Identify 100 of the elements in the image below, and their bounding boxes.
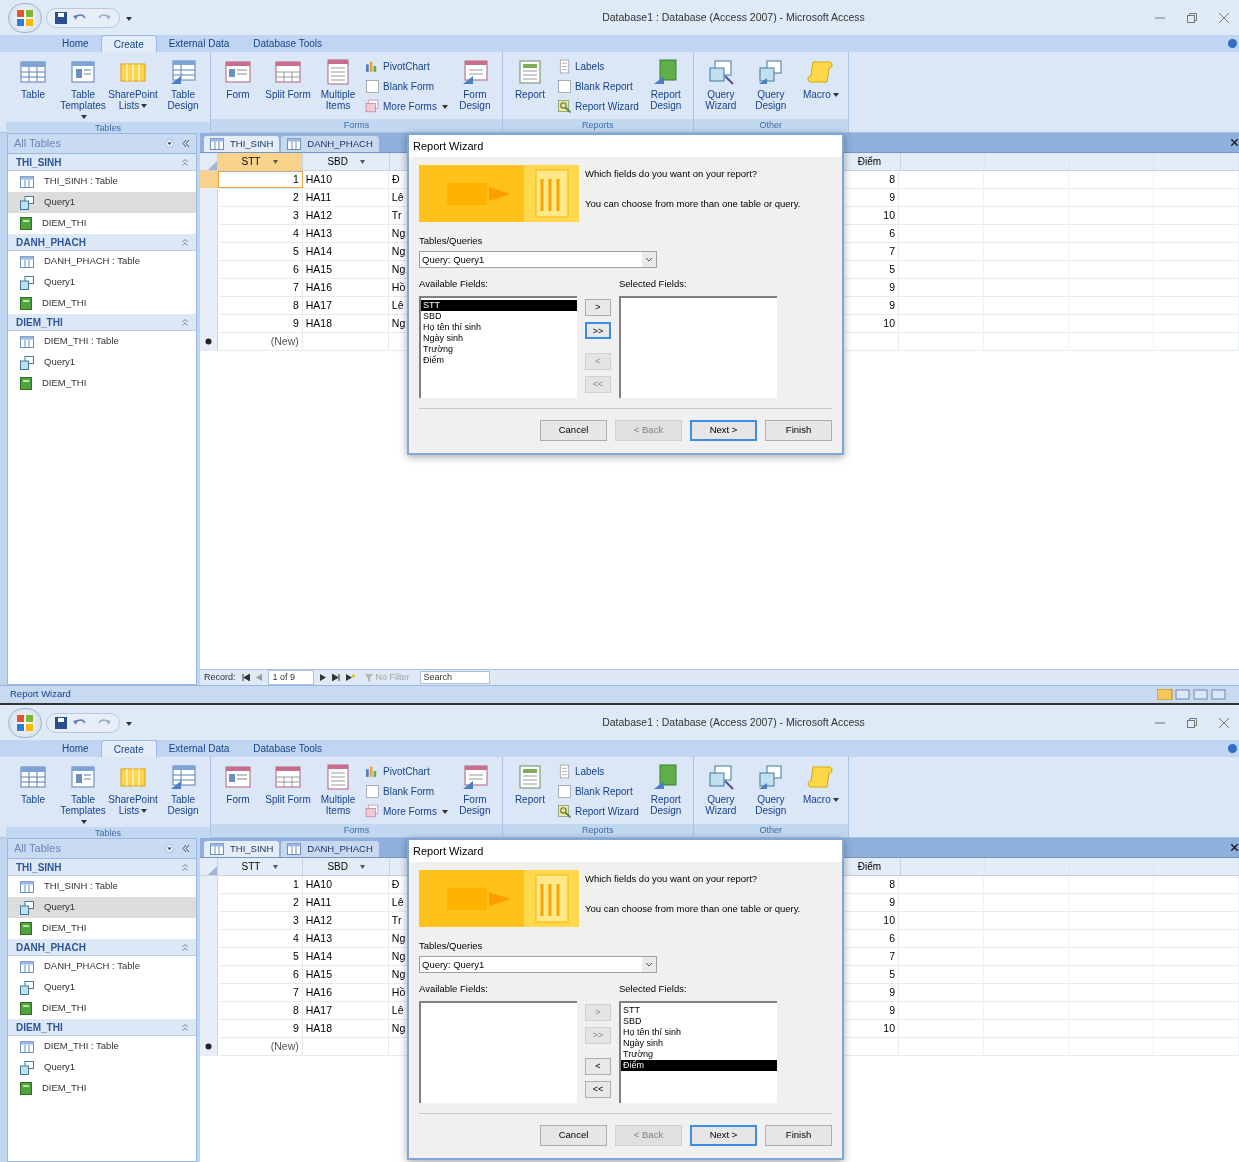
field-list[interactable]: STT SBD Họ tên thí sinh Ngày sinh Trường Điểm (619, 1000, 777, 1103)
nav-group-header[interactable]: THI_SINH (8, 859, 196, 876)
restore-icon[interactable] (1187, 12, 1197, 23)
ribbon-tab[interactable]: Create (100, 35, 157, 52)
first-record-icon[interactable] (241, 674, 250, 681)
ribbon-button[interactable]: Multiple Items (315, 763, 361, 816)
nav-group-header[interactable]: DANH_PHACH (8, 939, 196, 956)
column-filter-icon[interactable] (360, 159, 366, 164)
ribbon-small-button[interactable]: Labels (556, 58, 639, 75)
record-position-field[interactable]: 1 of 9 (267, 669, 314, 686)
ribbon-button[interactable]: Query Design (747, 58, 794, 111)
ribbon-small-button[interactable]: More Forms (365, 803, 448, 820)
ribbon-button[interactable]: Report Design (642, 58, 689, 111)
office-button[interactable] (8, 707, 42, 738)
field-list[interactable] (419, 1000, 577, 1103)
ribbon-small-button[interactable]: Labels (556, 763, 639, 780)
save-icon[interactable] (55, 716, 67, 729)
field-list[interactable]: STT SBD Họ tên thí sinh Ngày sinh Trường Điểm (419, 295, 577, 398)
ribbon-button[interactable]: Query Wizard (697, 58, 744, 111)
dialog-button[interactable]: Cancel (540, 419, 607, 441)
ribbon-small-button[interactable]: Report Wizard (556, 803, 639, 820)
ribbon-button[interactable]: Form Design (451, 763, 498, 816)
ribbon-button[interactable]: Report Design (642, 763, 689, 816)
ribbon-tab[interactable]: Home (50, 35, 101, 52)
field-list-item[interactable]: Trường (621, 1048, 777, 1060)
field-list-item[interactable]: STT (421, 299, 577, 311)
close-icon[interactable] (1219, 717, 1229, 728)
previous-record-icon[interactable] (255, 674, 262, 681)
field-list-item[interactable]: STT (621, 1004, 777, 1016)
restore-icon[interactable] (1187, 717, 1197, 728)
column-filter-icon[interactable] (360, 864, 366, 869)
document-tab[interactable]: DANH_PHACH (281, 841, 379, 857)
tables-queries-dropdown[interactable]: Query: Query1 (419, 251, 657, 269)
nav-item[interactable]: Query1 (8, 192, 196, 213)
ribbon-button[interactable]: Form (215, 763, 261, 805)
ribbon-button[interactable]: Table (10, 763, 56, 805)
ribbon-small-button[interactable]: PivotChart (365, 58, 448, 75)
field-list[interactable] (619, 295, 777, 398)
view-switcher-icons[interactable] (1157, 689, 1229, 700)
ribbon-button[interactable]: SharePoint Lists (110, 58, 156, 111)
ribbon-small-button[interactable]: Blank Form (365, 783, 448, 800)
nav-group-header[interactable]: THI_SINH (8, 154, 196, 171)
ribbon-small-button[interactable]: PivotChart (365, 763, 448, 780)
close-icon[interactable] (1219, 12, 1229, 23)
row-selector[interactable] (200, 1038, 218, 1055)
field-list-item[interactable]: Ngày sinh (421, 332, 577, 344)
field-list-item[interactable]: SBD (621, 1015, 777, 1027)
dialog-button[interactable]: Finish (765, 419, 832, 441)
ribbon-button[interactable]: Form Design (451, 58, 498, 111)
ribbon-button[interactable]: Query Design (747, 763, 794, 816)
column-header[interactable]: SBD (303, 858, 391, 875)
document-tab[interactable]: DANH_PHACH (281, 136, 379, 152)
move-field-button[interactable]: >> (585, 322, 611, 340)
ribbon-small-button[interactable]: Blank Form (365, 78, 448, 95)
column-filter-icon[interactable] (273, 159, 279, 164)
ribbon-button[interactable]: SharePoint Lists (110, 763, 156, 816)
dialog-button[interactable]: Next > (690, 1124, 757, 1146)
collapse-pane-icon[interactable] (182, 140, 190, 147)
move-field-button[interactable]: > (585, 299, 611, 317)
field-list-item[interactable]: Điểm (621, 1059, 777, 1071)
ribbon-small-button[interactable]: Blank Report (556, 78, 639, 95)
office-button[interactable] (8, 2, 42, 33)
ribbon-button[interactable]: Table Design (160, 763, 206, 816)
ribbon-button[interactable]: Form (215, 58, 261, 100)
ribbon-button[interactable]: Query Wizard (697, 763, 744, 816)
nav-item[interactable]: Query1 (8, 897, 196, 918)
ribbon-tab[interactable]: External Data (156, 740, 242, 757)
dropdown-arrow-icon[interactable] (165, 139, 174, 148)
ribbon-small-button[interactable]: Report Wizard (556, 98, 639, 115)
ribbon-button[interactable]: Table Templates (60, 58, 106, 122)
field-list-item[interactable]: Họ tên thí sinh (621, 1026, 777, 1038)
move-field-button[interactable]: < (585, 1058, 611, 1076)
row-selector[interactable] (200, 333, 218, 350)
field-list-item[interactable]: SBD (421, 310, 577, 322)
close-icon[interactable] (1231, 844, 1238, 851)
customize-toolbar-icon[interactable] (126, 14, 132, 21)
field-list-item[interactable]: Trường (421, 343, 577, 355)
ribbon-button[interactable]: Table Templates (60, 763, 106, 827)
ribbon-tab[interactable]: Database Tools (241, 740, 335, 757)
ribbon-small-button[interactable]: More Forms (365, 98, 448, 115)
ribbon-tab[interactable]: Database Tools (241, 35, 335, 52)
tables-queries-dropdown[interactable]: Query: Query1 (419, 956, 657, 974)
dialog-button[interactable]: Finish (765, 1124, 832, 1146)
document-tab[interactable]: THI_SINH (204, 136, 280, 152)
dialog-button[interactable]: Next > (690, 419, 757, 441)
field-list-item[interactable]: Họ tên thí sinh (421, 321, 577, 333)
save-icon[interactable] (55, 11, 67, 24)
ribbon-tab[interactable]: External Data (156, 35, 242, 52)
nav-group-header[interactable]: DIEM_THI (8, 1019, 196, 1036)
last-record-icon[interactable] (331, 674, 340, 681)
ribbon-button[interactable]: Report (506, 763, 553, 805)
move-field-button[interactable]: << (585, 1081, 611, 1099)
column-header[interactable]: STT (217, 153, 304, 170)
help-icon[interactable] (1228, 744, 1237, 753)
ribbon-button[interactable]: Split Form (265, 763, 311, 805)
next-record-icon[interactable] (319, 674, 326, 681)
ribbon-button[interactable]: Multiple Items (315, 58, 361, 111)
customize-toolbar-icon[interactable] (126, 719, 132, 726)
nav-group-header[interactable]: DIEM_THI (8, 314, 196, 331)
ribbon-tab[interactable]: Create (100, 740, 157, 757)
